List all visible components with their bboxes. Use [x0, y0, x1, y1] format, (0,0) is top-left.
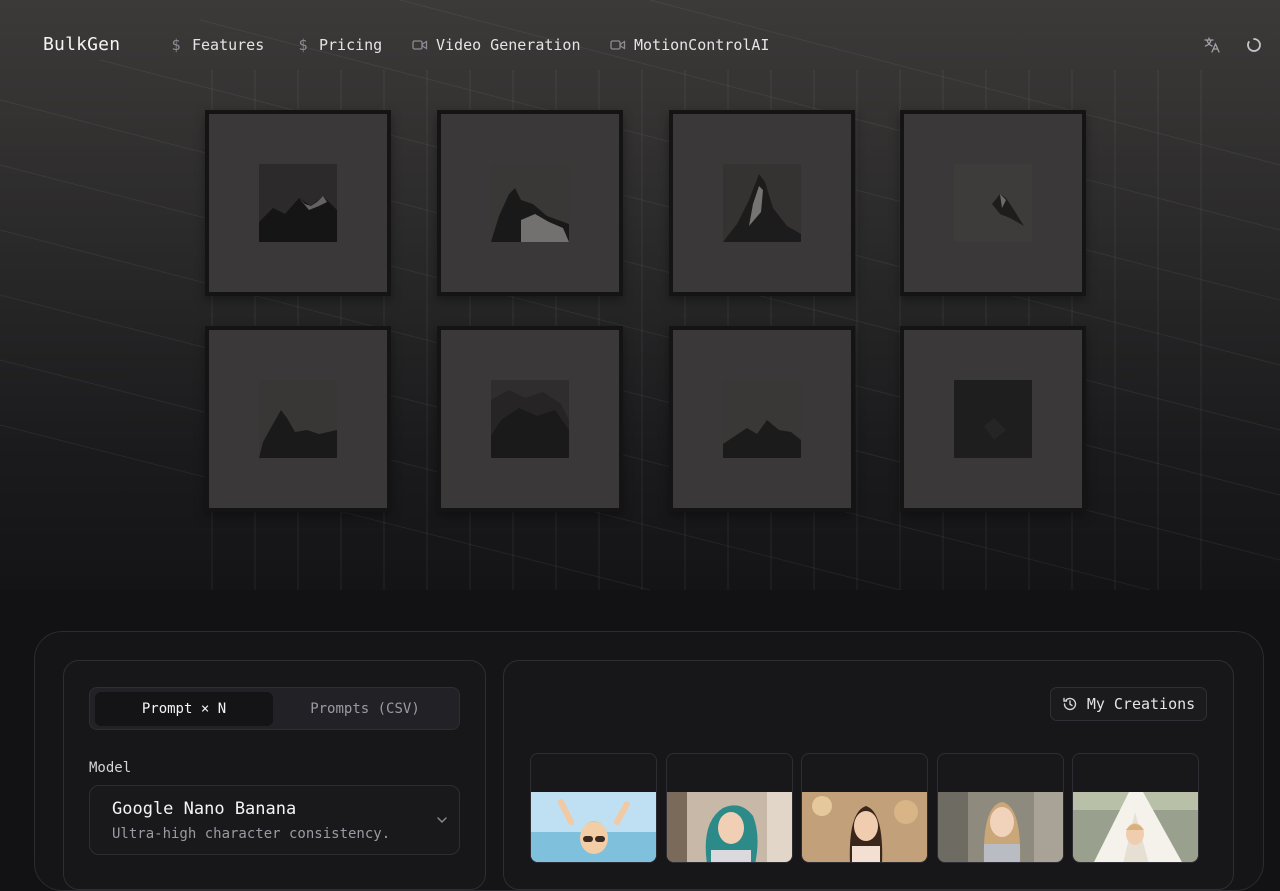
tab-prompt-x-n[interactable]: Prompt × N	[95, 692, 273, 726]
mountain-photo	[259, 380, 337, 458]
dollar-icon: $	[298, 36, 308, 54]
child-in-tent-photo	[1073, 792, 1198, 862]
nav-item-video-generation[interactable]: Video Generation	[412, 36, 581, 54]
gallery-frame	[205, 110, 391, 296]
model-select[interactable]: Google Nano Banana Ultra-high character …	[89, 785, 460, 855]
nav-item-label: MotionControlAI	[634, 36, 770, 54]
result-thumbnail[interactable]	[666, 753, 793, 863]
mountain-photo	[491, 380, 569, 458]
nav-item-pricing[interactable]: $ Pricing	[295, 36, 382, 54]
nav-item-motioncontrolai[interactable]: MotionControlAI	[610, 36, 769, 54]
model-label: Model	[89, 760, 132, 776]
result-thumbnail[interactable]	[1072, 753, 1199, 863]
result-thumbnail[interactable]	[530, 753, 657, 863]
gallery-frame	[900, 326, 1086, 512]
my-creations-button[interactable]: My Creations	[1050, 687, 1207, 721]
my-creations-label: My Creations	[1086, 695, 1196, 713]
chevron-down-icon	[435, 812, 449, 826]
tab-prompts-csv[interactable]: Prompts (CSV)	[276, 692, 454, 726]
top-nav: BulkGen $ Features $ Pricing Video Gener…	[0, 0, 1280, 92]
video-camera-icon	[610, 37, 626, 53]
girl-in-sweater-photo	[938, 792, 1063, 862]
dark-photo	[954, 380, 1032, 458]
translate-icon[interactable]	[1201, 34, 1223, 56]
gallery-frame	[205, 326, 391, 512]
brand-logo[interactable]: BulkGen	[43, 34, 120, 55]
result-thumbnail[interactable]	[937, 753, 1064, 863]
nav-item-label: Features	[192, 36, 265, 54]
loading-spinner-icon[interactable]	[1243, 34, 1265, 56]
gallery-frame	[669, 110, 855, 296]
mountain-photo	[259, 164, 337, 242]
nav-item-label: Video Generation	[436, 36, 581, 54]
model-name: Google Nano Banana	[112, 799, 297, 819]
gallery-frame	[669, 326, 855, 512]
video-camera-icon	[412, 37, 428, 53]
mountain-photo	[723, 164, 801, 242]
result-thumbnail[interactable]	[801, 753, 928, 863]
mountain-photo	[491, 164, 569, 242]
history-icon	[1062, 696, 1078, 712]
dollar-icon: $	[171, 36, 181, 54]
mountain-photo	[954, 164, 1032, 242]
child-at-beach-photo	[531, 792, 656, 862]
girl-outdoors-photo	[802, 792, 927, 862]
gallery-frame	[437, 326, 623, 512]
mode-toggle: Prompt × N Prompts (CSV)	[89, 687, 460, 730]
gallery-frame	[437, 110, 623, 296]
model-description: Ultra-high character consistency.	[112, 826, 391, 842]
gallery-frame	[900, 110, 1086, 296]
nav-item-label: Pricing	[319, 36, 383, 54]
nav-item-features[interactable]: $ Features	[168, 36, 264, 54]
mountain-photo	[723, 380, 801, 458]
girl-with-teal-hair-photo	[667, 792, 792, 862]
